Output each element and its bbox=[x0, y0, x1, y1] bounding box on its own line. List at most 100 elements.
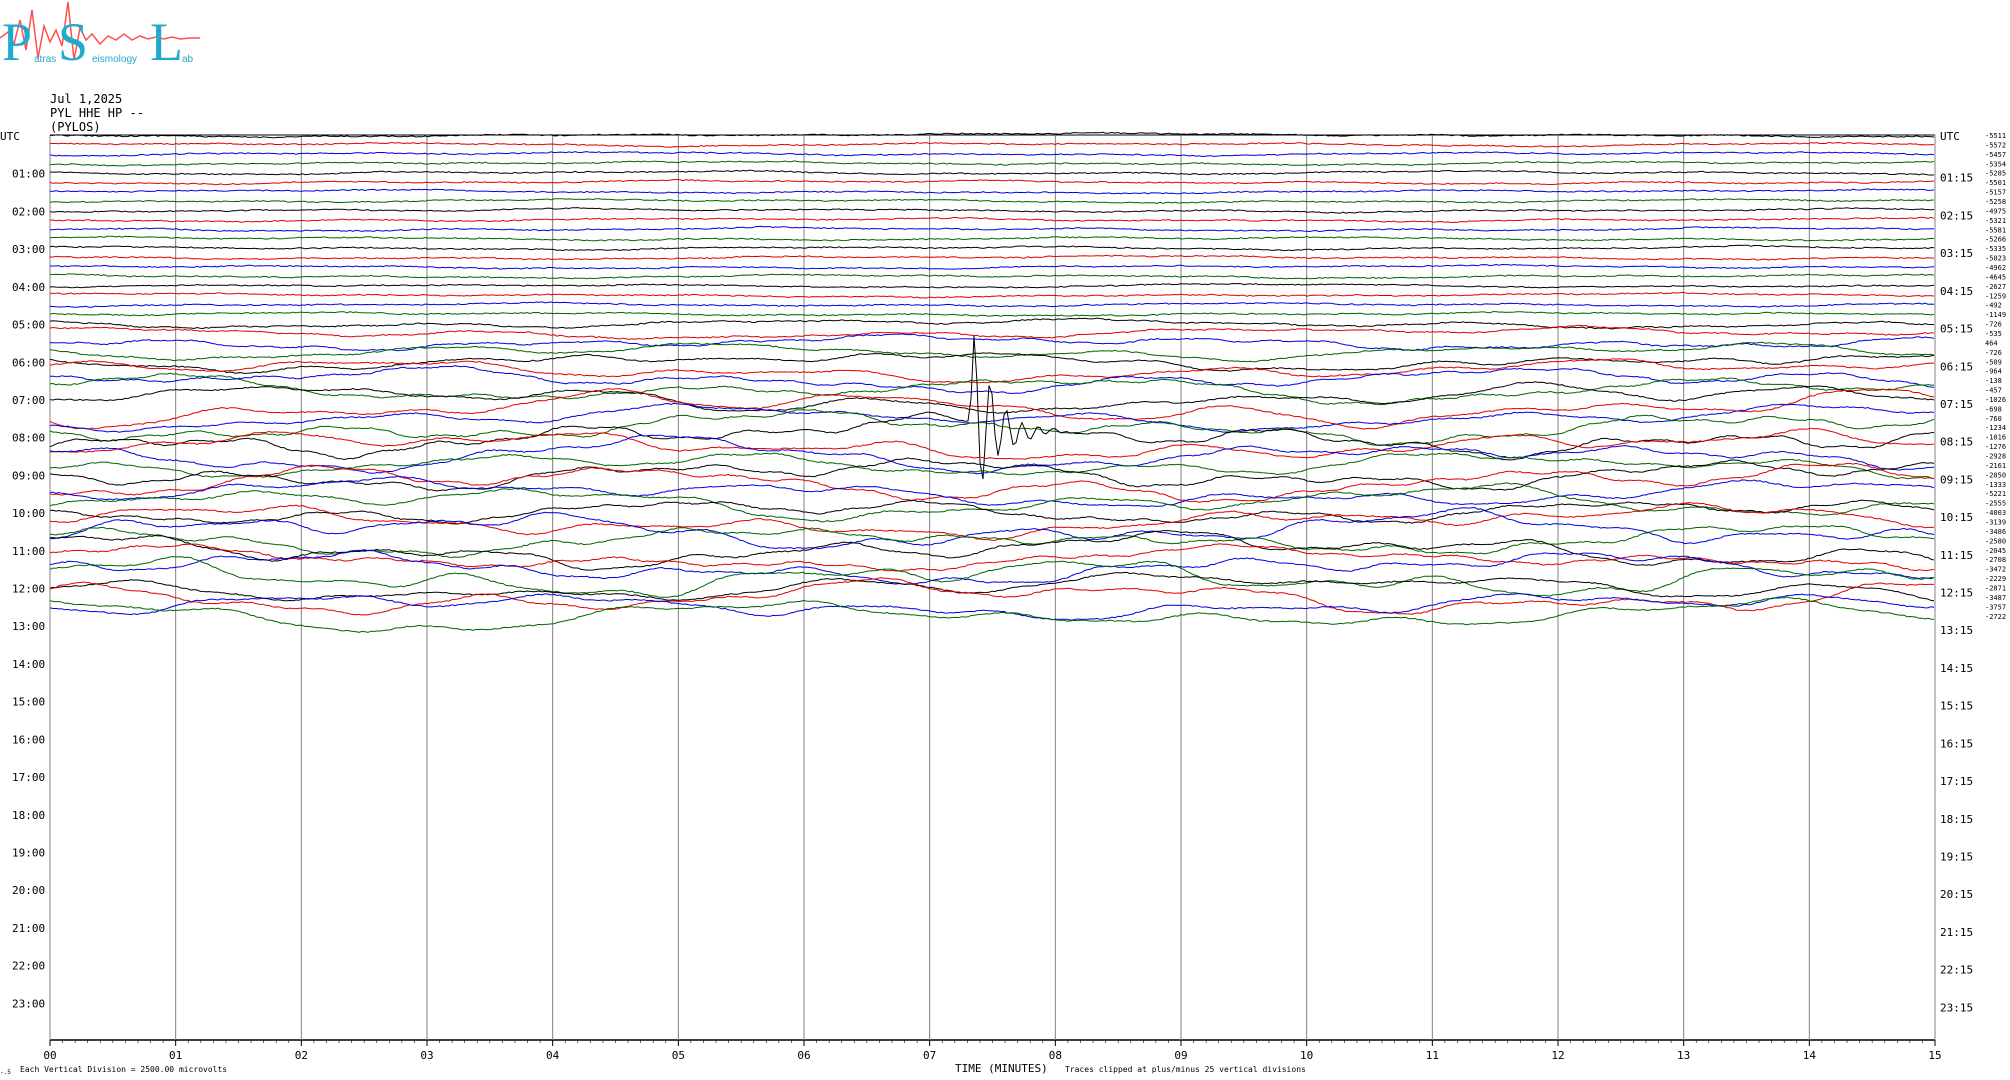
x-tick-label: 08 bbox=[1049, 1049, 1062, 1062]
right-hour-label: 19:15 bbox=[1940, 850, 1973, 863]
seismic-trace bbox=[49, 207, 1935, 214]
x-tick-label: 01 bbox=[169, 1049, 182, 1062]
trace-offset-label: -5511 bbox=[1985, 132, 2006, 140]
right-hour-label: UTC bbox=[1940, 130, 1960, 143]
seismic-trace bbox=[49, 502, 1935, 541]
right-hour-label: 23:15 bbox=[1940, 1001, 1973, 1014]
trace-offset-label: -5285 bbox=[1985, 170, 2006, 178]
trace-offset-label: -5321 bbox=[1985, 217, 2006, 225]
right-hour-label: 22:15 bbox=[1940, 964, 1973, 977]
trace-offset-label: -5501 bbox=[1985, 179, 2006, 187]
seismic-trace bbox=[49, 179, 1935, 186]
seismic-trace bbox=[49, 402, 1935, 433]
trace-offset-label: -535 bbox=[1985, 330, 2002, 338]
seismic-trace bbox=[49, 273, 1935, 280]
right-hour-label: 11:15 bbox=[1940, 549, 1973, 562]
trace-offset-label: -698 bbox=[1985, 405, 2002, 413]
right-hour-label: 08:15 bbox=[1940, 436, 1973, 449]
x-tick-label: 15 bbox=[1928, 1049, 1941, 1062]
trace-offset-label: -5354 bbox=[1985, 160, 2006, 168]
left-hour-label: 01:00 bbox=[12, 168, 45, 181]
trace-offset-label: -1259 bbox=[1985, 292, 2006, 300]
trace-offset-label: -1333 bbox=[1985, 481, 2006, 489]
trace-offset-label: -4645 bbox=[1985, 273, 2006, 281]
trace-offset-label: -2229 bbox=[1985, 575, 2006, 583]
seismic-trace bbox=[49, 301, 1935, 308]
x-tick-label: 10 bbox=[1300, 1049, 1313, 1062]
x-tick-label: 03 bbox=[420, 1049, 433, 1062]
left-hour-label: 02:00 bbox=[12, 205, 45, 218]
left-hour-label: 07:00 bbox=[12, 394, 45, 407]
right-hour-label: 04:15 bbox=[1940, 285, 1973, 298]
left-hour-label: 15:00 bbox=[12, 696, 45, 709]
trace-offset-label: -2161 bbox=[1985, 462, 2006, 470]
right-hour-label: 20:15 bbox=[1940, 888, 1973, 901]
seismic-trace bbox=[49, 311, 1935, 317]
trace-offset-label: -726 bbox=[1985, 349, 2002, 357]
trace-offset-label: -2708 bbox=[1985, 556, 2006, 564]
trace-offset-label: -2722 bbox=[1985, 613, 2006, 621]
trace-offset-label: -5266 bbox=[1985, 236, 2006, 244]
trace-offset-label: -5023 bbox=[1985, 255, 2006, 263]
right-hour-label: 05:15 bbox=[1940, 323, 1973, 336]
left-hour-label: 06:00 bbox=[12, 356, 45, 369]
trace-offset-label: -492 bbox=[1985, 302, 2002, 310]
trace-offset-label: -726 bbox=[1985, 321, 2002, 329]
x-tick-label: 07 bbox=[923, 1049, 936, 1062]
seismic-trace bbox=[49, 324, 1935, 340]
left-hour-label: 23:00 bbox=[12, 997, 45, 1010]
trace-offset-label: -5581 bbox=[1985, 226, 2006, 234]
seismic-trace bbox=[49, 596, 1935, 633]
seismic-trace bbox=[49, 317, 1934, 330]
trace-offset-label: -4975 bbox=[1985, 207, 2006, 215]
seismic-trace bbox=[49, 160, 1935, 167]
left-hour-label: 05:00 bbox=[12, 319, 45, 332]
left-hour-label: 08:00 bbox=[12, 432, 45, 445]
x-tick-label: 11 bbox=[1426, 1049, 1439, 1062]
trace-offset-label: -1276 bbox=[1985, 443, 2006, 451]
trace-offset-label: -138 bbox=[1985, 377, 2002, 385]
trace-offset-label: -5258 bbox=[1985, 198, 2006, 206]
trace-offset-label: -2928 bbox=[1985, 453, 2006, 461]
x-tick-label: 09 bbox=[1174, 1049, 1187, 1062]
trace-offset-label: -4003 bbox=[1985, 509, 2006, 517]
left-hour-label: 14:00 bbox=[12, 658, 45, 671]
trace-offset-label: 464 bbox=[1985, 339, 1998, 347]
trace-layer bbox=[49, 131, 1935, 633]
seismic-trace bbox=[49, 282, 1935, 289]
trace-offset-label: -2555 bbox=[1985, 500, 2006, 508]
seismic-trace bbox=[49, 141, 1935, 148]
trace-offset-label: -3472 bbox=[1985, 566, 2006, 574]
right-hour-label: 06:15 bbox=[1940, 360, 1973, 373]
left-hour-label: 20:00 bbox=[12, 884, 45, 897]
right-hour-label: 10:15 bbox=[1940, 511, 1973, 524]
right-hour-label: 18:15 bbox=[1940, 813, 1973, 826]
left-hour-label: 10:00 bbox=[12, 507, 45, 520]
left-hour-label: 04:00 bbox=[12, 281, 45, 294]
seismic-trace bbox=[49, 151, 1935, 158]
right-hour-label: 14:15 bbox=[1940, 662, 1973, 675]
trace-offset-label: -964 bbox=[1985, 368, 2002, 376]
trace-offset-label: -1234 bbox=[1985, 424, 2006, 432]
x-tick-label: 14 bbox=[1803, 1049, 1817, 1062]
x-tick-label: 06 bbox=[797, 1049, 810, 1062]
seismic-trace bbox=[49, 235, 1935, 242]
seismic-trace bbox=[49, 592, 1935, 621]
seismic-trace bbox=[49, 254, 1935, 261]
scale-note: Each Vertical Division = 2500.00 microvo… bbox=[20, 1065, 227, 1074]
seismic-trace bbox=[49, 482, 1935, 523]
right-hour-label: 13:15 bbox=[1940, 624, 1973, 637]
left-hour-label: 16:00 bbox=[12, 733, 45, 746]
left-hour-label: 13:00 bbox=[12, 620, 45, 633]
x-tick-label: 05 bbox=[672, 1049, 685, 1062]
corner-mark: -.5 bbox=[0, 1069, 11, 1076]
trace-offset-label: -5457 bbox=[1985, 151, 2006, 159]
seismic-trace bbox=[49, 244, 1935, 252]
seismic-trace bbox=[49, 291, 1935, 299]
seismic-trace bbox=[49, 457, 1935, 492]
helicorder-chart: 00 01 02 03 04 05 06 07 08 09 10 11 12 13 14 15 UTC UTC 01… bbox=[0, 130, 2006, 1076]
x-tick-label: 04 bbox=[546, 1049, 560, 1062]
right-hour-label: 01:15 bbox=[1940, 172, 1973, 185]
trace-offset-label: -509 bbox=[1985, 358, 2002, 366]
trace-offset-label: -457 bbox=[1985, 387, 2002, 395]
